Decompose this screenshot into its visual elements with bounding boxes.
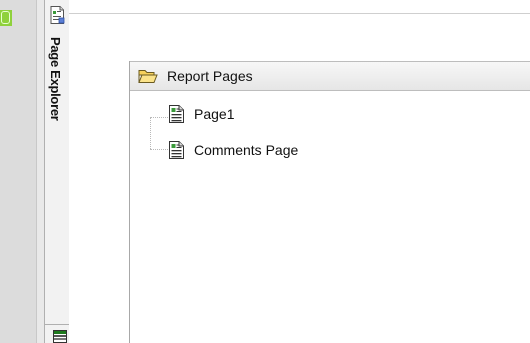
vertical-tabstrip: Page Explorer: [44, 0, 70, 343]
divider: [69, 13, 530, 14]
panel-title: Report Pages: [167, 68, 253, 84]
left-gutter: [0, 0, 37, 343]
report-page-icon: [169, 105, 184, 123]
tree-connector: [150, 117, 152, 149]
report-page-icon: [169, 141, 184, 159]
tab-page-explorer-label: Page Explorer: [48, 37, 63, 121]
folder-open-icon: [138, 70, 158, 83]
tab-separator: [45, 324, 69, 325]
tree-item-label: Comments Page: [194, 142, 299, 158]
toolbox-icon[interactable]: [53, 330, 67, 343]
page-explorer-icon: [50, 6, 65, 24]
tab-page-explorer[interactable]: Page Explorer: [45, 0, 69, 210]
report-pages-panel: Report Pages Page1 Comments Page: [129, 61, 530, 343]
tree-item-label: Page1: [194, 106, 235, 122]
panel-header[interactable]: Report Pages: [130, 61, 530, 91]
tree-connector: [150, 149, 168, 150]
tree-connector: [150, 117, 168, 118]
content-area: Report Pages Page1 Comments Page: [69, 0, 530, 343]
green-tab-handle[interactable]: [0, 10, 12, 26]
